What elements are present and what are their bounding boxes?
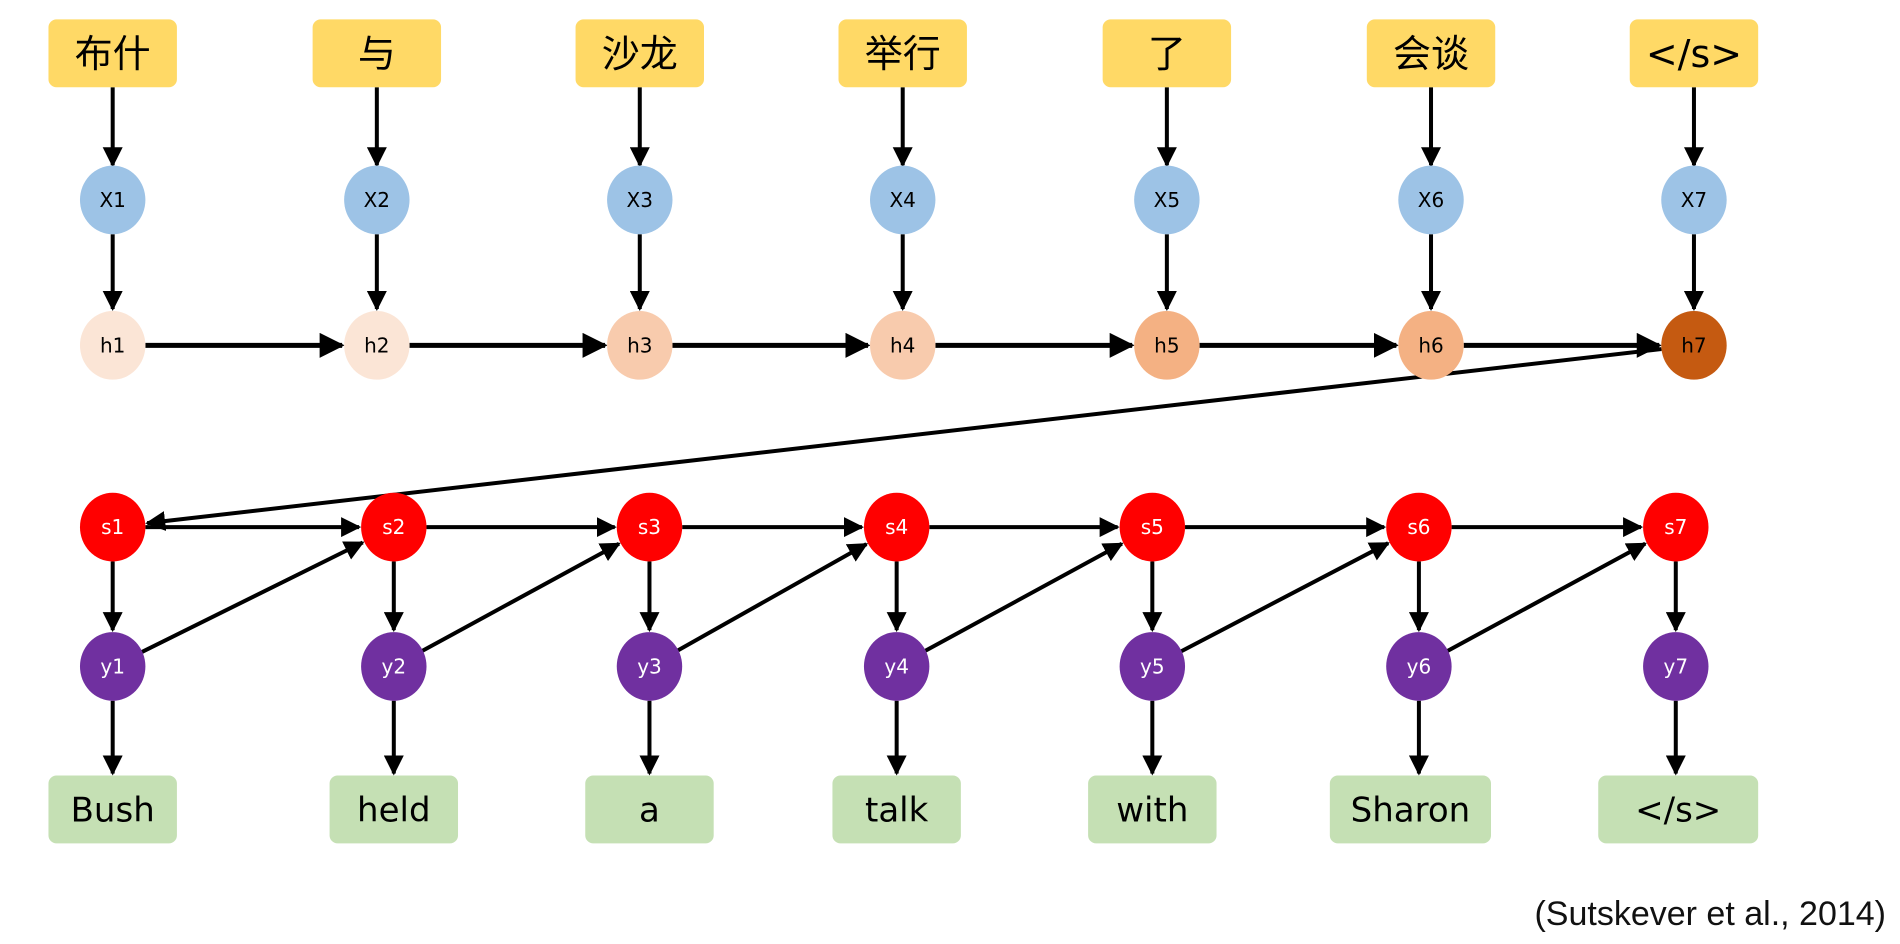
source-token-box-label: 与 [358, 32, 396, 76]
target-token-box-label: talk [865, 791, 929, 831]
input-node: X2 [344, 165, 410, 235]
encoder-state-node-label: h4 [890, 333, 915, 357]
decoder-state-node: s5 [1119, 492, 1186, 562]
output-node-label: y5 [1140, 654, 1165, 678]
output-node-label: y2 [382, 654, 407, 678]
target-token-box-label: </s> [1635, 791, 1721, 831]
source-token-box: 与 [312, 19, 442, 88]
encoder-state-node: h6 [1398, 310, 1464, 380]
arrow-output-feedback [421, 541, 621, 653]
encoder-state-node-label: h5 [1154, 333, 1179, 357]
encoder-state-node: h3 [607, 310, 673, 380]
source-token-box: 举行 [838, 19, 967, 88]
decoder-state-node-label: s6 [1407, 515, 1430, 539]
source-token-box: 了 [1102, 19, 1232, 88]
target-token-box: </s> [1598, 775, 1759, 844]
seq2seq-diagram: 布什 X1 h1 s1 y1 Bush 与 X2 h2 s2 y2 held 沙龙 X3 h3 s3 y3 a 举行… [48, 19, 1759, 844]
output-node: y5 [1119, 632, 1186, 701]
input-node-label: X7 [1681, 188, 1707, 212]
source-token-box-label: </s> [1646, 32, 1742, 76]
decoder-state-node-label: s1 [101, 515, 124, 539]
input-node: X1 [79, 165, 146, 235]
decoder-state-node: s7 [1643, 492, 1709, 562]
target-token-box-label: a [639, 791, 660, 831]
encoder-state-node: h1 [79, 310, 146, 380]
output-node-label: y1 [100, 654, 125, 678]
output-node: y4 [863, 632, 930, 701]
target-token-box: Sharon [1329, 775, 1491, 844]
target-token-box: Bush [48, 775, 177, 844]
arrow-output-feedback [1180, 541, 1390, 654]
arrow-output-feedback [924, 541, 1124, 653]
decoder-state-node-label: s5 [1141, 515, 1164, 539]
decoder-state-node: s2 [361, 492, 427, 562]
arrow-output-feedback [676, 542, 869, 653]
decoder-state-node: s6 [1386, 492, 1452, 562]
output-node: y6 [1386, 632, 1452, 701]
source-token-box-label: 布什 [75, 32, 151, 76]
input-node-label: X4 [889, 188, 915, 212]
decoder-state-node-label: s7 [1664, 515, 1687, 539]
output-node-label: y4 [884, 654, 909, 678]
source-token-box: 布什 [48, 19, 177, 88]
output-node-label: y3 [637, 654, 662, 678]
decoder-state-node-label: s2 [382, 515, 405, 539]
decoder-state-node-label: s3 [638, 515, 661, 539]
target-token-box-label: held [357, 791, 431, 831]
decoder-state-node: s3 [616, 492, 683, 562]
input-node: X6 [1398, 165, 1464, 235]
arrow-output-feedback [141, 540, 365, 654]
encoder-state-node-label: h6 [1418, 333, 1443, 357]
input-node-label: X5 [1154, 188, 1180, 212]
encoder-state-node-label: h3 [627, 333, 652, 357]
input-node-label: X1 [99, 188, 125, 212]
decoder-state-node: s4 [863, 492, 930, 562]
input-node: X3 [607, 165, 673, 235]
encoder-state-node: h5 [1134, 310, 1200, 380]
output-node: y7 [1643, 632, 1709, 701]
source-token-box: 沙龙 [575, 19, 704, 88]
encoder-state-node-label: h1 [100, 333, 125, 357]
decoder-state-node-label: s4 [885, 515, 908, 539]
source-token-box-label: 会谈 [1393, 32, 1469, 76]
decoder-state-node: s1 [79, 492, 146, 562]
target-token-box: with [1088, 775, 1217, 844]
target-token-box: held [329, 775, 459, 844]
target-token-box: talk [832, 775, 961, 844]
output-node-label: y6 [1407, 654, 1432, 678]
input-node-label: X6 [1418, 188, 1444, 212]
encoder-state-node: h2 [344, 310, 410, 380]
target-token-box: a [585, 775, 714, 844]
target-token-box-label: Bush [71, 791, 155, 831]
source-token-box-label: 举行 [865, 32, 941, 76]
input-node: X5 [1134, 165, 1200, 235]
target-token-box-label: Sharon [1351, 791, 1471, 831]
citation: (Sutskever et al., 2014) [1534, 895, 1886, 933]
input-node-label: X3 [627, 188, 653, 212]
input-node-label: X2 [364, 188, 390, 212]
encoder-state-node: h4 [870, 310, 936, 380]
output-node: y2 [361, 632, 427, 701]
arrow-output-feedback [1446, 541, 1648, 653]
output-node: y1 [79, 632, 146, 701]
encoder-state-node-label: h7 [1681, 333, 1706, 357]
source-token-box-label: 了 [1148, 32, 1186, 76]
encoder-state-node-label: h2 [364, 333, 389, 357]
input-node: X7 [1661, 165, 1727, 235]
output-node-label: y7 [1663, 654, 1688, 678]
source-token-box-label: 沙龙 [602, 32, 678, 76]
source-token-box: 会谈 [1366, 19, 1496, 88]
encoder-state-node: h7 [1661, 310, 1727, 380]
source-token-box: </s> [1629, 19, 1759, 88]
input-node: X4 [870, 165, 936, 235]
output-node: y3 [616, 632, 683, 701]
target-token-box-label: with [1116, 791, 1188, 831]
